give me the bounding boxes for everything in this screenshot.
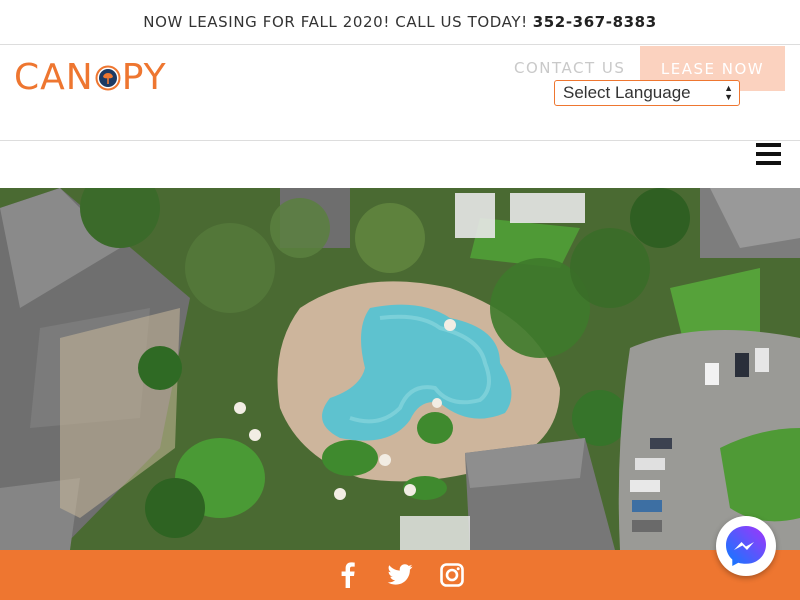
phone-number-link[interactable]: 352-367-8383 bbox=[533, 13, 657, 31]
hero-aerial-image bbox=[0, 188, 800, 550]
announcement-text: NOW LEASING FOR FALL 2020! CALL US TODAY… bbox=[143, 13, 528, 31]
twitter-icon[interactable] bbox=[380, 555, 420, 595]
language-select[interactable]: Select Language ▲ ▼ bbox=[554, 80, 740, 106]
social-footer-bar bbox=[0, 550, 800, 600]
language-select-value: Select Language bbox=[563, 83, 691, 102]
nav-bar bbox=[0, 141, 800, 188]
facebook-icon[interactable] bbox=[328, 555, 368, 595]
hamburger-menu-icon[interactable] bbox=[756, 143, 781, 165]
select-arrows-icon: ▲ ▼ bbox=[724, 83, 733, 102]
logo-text-left: CAN bbox=[14, 57, 94, 98]
contact-us-link[interactable]: CONTACT US bbox=[514, 59, 625, 79]
canopy-logo[interactable]: CAN PY bbox=[14, 58, 174, 98]
announcement-bar: NOW LEASING FOR FALL 2020! CALL US TODAY… bbox=[0, 0, 800, 45]
messenger-icon[interactable] bbox=[716, 516, 776, 576]
logo-text-right: PY bbox=[121, 57, 167, 98]
instagram-icon[interactable] bbox=[432, 555, 472, 595]
site-header: CAN PY CONTACT US LEASE NOW Select Langu… bbox=[0, 45, 800, 141]
tree-logo-icon bbox=[95, 65, 121, 91]
